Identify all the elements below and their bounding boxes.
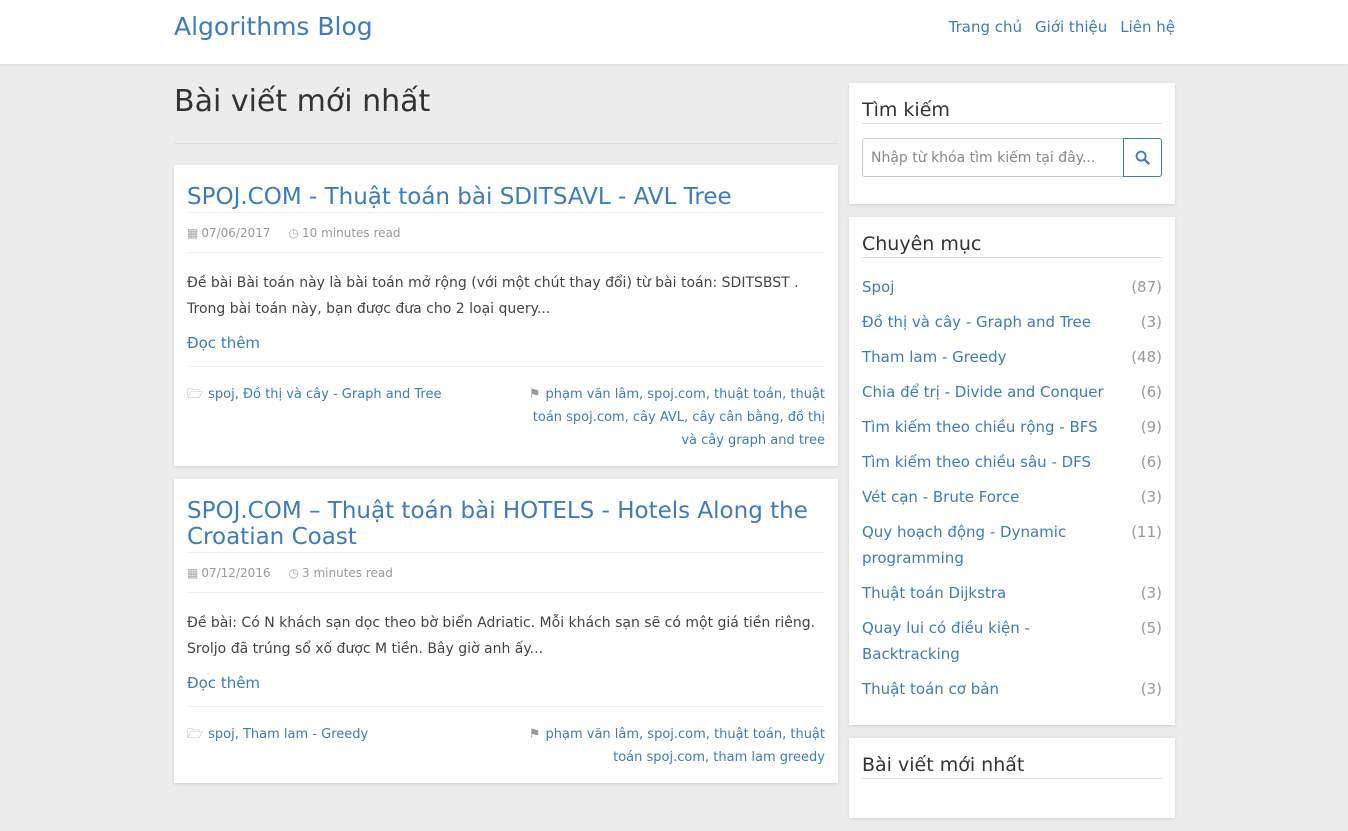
category-count: (6) xyxy=(1140,453,1162,471)
post-card: SPOJ.COM - Thuật toán bài SDITSAVL - AVL… xyxy=(174,165,838,466)
post-footer: 🗁 spoj, Đồ thị và cây - Graph and Tree ⚑ p… xyxy=(187,366,825,466)
category-item: Quay lui có điều kiện - Backtracking (5) xyxy=(862,615,1162,667)
category-count: (87) xyxy=(1131,278,1162,296)
post-date-text: 07/06/2017 xyxy=(201,226,271,240)
category-link[interactable]: Spoj xyxy=(862,274,1122,300)
read-more-link[interactable]: Đọc thêm xyxy=(187,674,260,692)
category-list: Spoj (87) Đồ thị và cây - Graph and Tree (3… xyxy=(862,258,1162,725)
read-more-link[interactable]: Đọc thêm xyxy=(187,334,260,352)
category-item: Vét cạn - Brute Force (3) xyxy=(862,484,1162,510)
post-categories-links[interactable]: spoj, Đồ thị và cây - Graph and Tree xyxy=(208,387,441,402)
post-categories-links[interactable]: spoj, Tham lam - Greedy xyxy=(208,727,368,742)
category-count: (48) xyxy=(1131,348,1162,366)
post-read-time-text: 10 minutes read xyxy=(302,226,401,240)
category-count: (3) xyxy=(1140,313,1162,331)
search-widget: Tìm kiếm xyxy=(849,83,1175,204)
categories-widget: Chuyên mục Spoj (87) Đồ thị và cây - Graph… xyxy=(849,217,1175,725)
category-link[interactable]: Tham lam - Greedy xyxy=(862,344,1122,370)
post-excerpt: Đề bài: Có N khách sạn dọc theo bờ biển … xyxy=(187,615,816,657)
page-title: Bài viết mới nhất xyxy=(174,84,838,144)
post-read-time: ◷ 3 minutes read xyxy=(289,566,393,580)
post-title-link[interactable]: SPOJ.COM – Thuật toán bài HOTELS - Hotel… xyxy=(187,479,825,553)
post-read-time: ◷ 10 minutes read xyxy=(289,226,401,240)
category-item: Tìm kiếm theo chiều sâu - DFS (6) xyxy=(862,449,1162,475)
post-meta: ▦ 07/06/2017 ◷ 10 minutes read xyxy=(187,213,825,253)
nav-about-link[interactable]: Giới thiệu xyxy=(1035,18,1107,36)
nav-home-link[interactable]: Trang chủ xyxy=(949,18,1022,36)
post-categories: 🗁 spoj, Tham lam - Greedy xyxy=(187,723,368,769)
folder-icon: 🗁 xyxy=(187,387,204,402)
clock-icon: ◷ xyxy=(288,226,299,240)
calendar-icon: ▦ xyxy=(187,566,199,580)
category-count: (9) xyxy=(1140,418,1162,436)
post-date-text: 07/12/2016 xyxy=(201,566,271,580)
post-date: ▦ 07/12/2016 xyxy=(187,566,271,580)
category-item: Spoj (87) xyxy=(862,274,1162,300)
search-input[interactable] xyxy=(862,138,1123,177)
category-link[interactable]: Quy hoạch động - Dynamic programming xyxy=(862,519,1122,571)
search-form xyxy=(862,138,1162,204)
sidebar: Tìm kiếm Chuyên mục Spoj (87) Đồ thị và câ… xyxy=(849,83,1175,831)
post-date: ▦ 07/06/2017 xyxy=(187,226,271,240)
category-link[interactable]: Tìm kiếm theo chiều sâu - DFS xyxy=(862,449,1122,475)
post-tags-links[interactable]: phạm văn lâm, spoj.com, thuật toán, thuậ… xyxy=(533,387,825,448)
nav-contact-link[interactable]: Liên hệ xyxy=(1120,18,1175,36)
top-nav: Trang chủ Giới thiệu Liên hệ xyxy=(949,18,1175,36)
post-read-time-text: 3 minutes read xyxy=(302,566,393,580)
post-tags: ⚑ phạm văn lâm, spoj.com, thuật toán, thu… xyxy=(525,723,825,769)
tags-icon: ⚑ xyxy=(528,727,541,742)
category-item: Thuật toán Dijkstra (3) xyxy=(862,580,1162,606)
category-item: Đồ thị và cây - Graph and Tree (3) xyxy=(862,309,1162,335)
category-link[interactable]: Đồ thị và cây - Graph and Tree xyxy=(862,309,1122,335)
post-tags-links[interactable]: phạm văn lâm, spoj.com, thuật toán, thuậ… xyxy=(546,727,825,765)
post-categories: 🗁 spoj, Đồ thị và cây - Graph and Tree xyxy=(187,383,441,452)
category-item: Tìm kiếm theo chiều rộng - BFS (9) xyxy=(862,414,1162,440)
search-widget-title: Tìm kiếm xyxy=(862,99,1162,124)
category-count: (3) xyxy=(1140,488,1162,506)
category-count: (11) xyxy=(1131,523,1162,541)
post-meta: ▦ 07/12/2016 ◷ 3 minutes read xyxy=(187,553,825,593)
search-icon xyxy=(1135,150,1150,165)
category-link[interactable]: Thuật toán cơ bản xyxy=(862,676,1122,702)
recent-posts-widget: Bài viết mới nhất xyxy=(849,738,1175,818)
category-link[interactable]: Vét cạn - Brute Force xyxy=(862,484,1122,510)
post-tags: ⚑ phạm văn lâm, spoj.com, thuật toán, thu… xyxy=(525,383,825,452)
categories-widget-title: Chuyên mục xyxy=(862,233,1162,258)
category-count: (3) xyxy=(1140,680,1162,698)
search-button[interactable] xyxy=(1123,138,1162,177)
clock-icon: ◷ xyxy=(288,566,299,580)
category-item: Quy hoạch động - Dynamic programming (11) xyxy=(862,519,1162,571)
category-link[interactable]: Chia để trị - Divide and Conquer xyxy=(862,379,1122,405)
category-link[interactable]: Thuật toán Dijkstra xyxy=(862,580,1122,606)
category-link[interactable]: Quay lui có điều kiện - Backtracking xyxy=(862,615,1122,667)
brand-logo-link[interactable]: Algorithms Blog xyxy=(174,12,373,41)
main-content: Bài viết mới nhất SPOJ.COM - Thuật toán … xyxy=(174,64,838,783)
category-count: (3) xyxy=(1140,584,1162,602)
category-item: Thuật toán cơ bản (3) xyxy=(862,676,1162,702)
category-link[interactable]: Tìm kiếm theo chiều rộng - BFS xyxy=(862,414,1122,440)
post-card: SPOJ.COM – Thuật toán bài HOTELS - Hotel… xyxy=(174,479,838,783)
navbar: Algorithms Blog Trang chủ Giới thiệu Liê… xyxy=(0,0,1348,64)
post-title-link[interactable]: SPOJ.COM - Thuật toán bài SDITSAVL - AVL… xyxy=(187,165,825,213)
recent-posts-widget-title: Bài viết mới nhất xyxy=(862,754,1162,779)
category-item: Chia để trị - Divide and Conquer (6) xyxy=(862,379,1162,405)
category-item: Tham lam - Greedy (48) xyxy=(862,344,1162,370)
tags-icon: ⚑ xyxy=(528,387,541,402)
post-footer: 🗁 spoj, Tham lam - Greedy ⚑ phạm văn lâm, … xyxy=(187,706,825,783)
post-excerpt: Đề bài Bài toán này là bài toán mở rộng … xyxy=(187,275,799,317)
calendar-icon: ▦ xyxy=(187,226,199,240)
category-count: (6) xyxy=(1140,383,1162,401)
folder-icon: 🗁 xyxy=(187,727,204,742)
category-count: (5) xyxy=(1140,619,1162,637)
